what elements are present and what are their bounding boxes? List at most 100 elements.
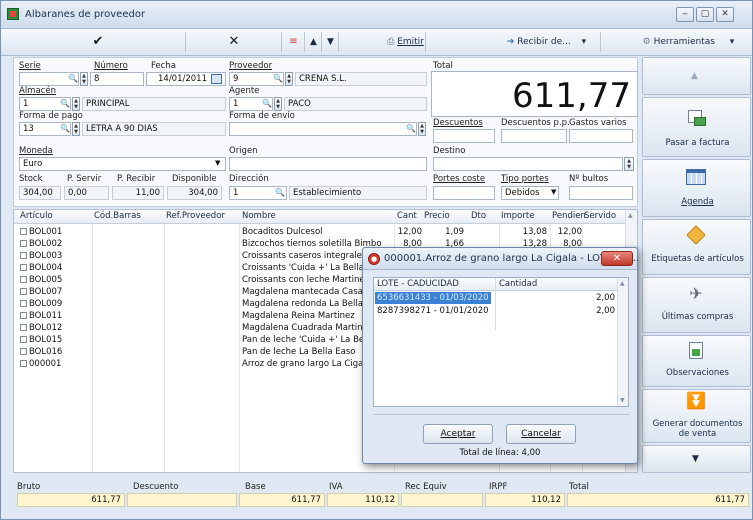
proveedor-stepper[interactable]: ▲ ▼ [285,72,293,86]
generar-documentos-button[interactable]: ⏬ Generar documentos de venta [642,389,751,443]
col-cant[interactable]: Cant [397,211,417,221]
scroll-up-button[interactable]: ▲ [642,57,751,95]
row-checkbox-icon[interactable] [20,336,27,343]
forma-pago-stepper[interactable]: ▲ ▼ [72,122,80,136]
cell-articulo: BOL004 [20,262,90,274]
forma-envio-field[interactable] [229,122,417,136]
lookup-icon[interactable]: 🔍 [272,73,284,85]
portes-coste-label: Portes coste [433,174,486,184]
row-checkbox-icon[interactable] [20,228,27,235]
footer-total-label: Total [569,482,589,492]
row-checkbox-icon[interactable] [20,276,27,283]
chevron-down-icon[interactable]: ▼ [215,159,220,167]
etiquetas-button[interactable]: Etiquetas de artículos [642,219,751,275]
cell-text: BOL012 [29,323,63,333]
totals-footer: Bruto 611,77 Descuento Base 611,77 IVA 1… [13,479,751,515]
descuentos-field[interactable] [433,129,495,143]
scroll-down-button[interactable]: ▼ [642,445,751,473]
direccion-name: Establecimiento [289,186,427,200]
moneda-select[interactable]: Euro [19,157,226,171]
list-menu-button[interactable]: ≡ [283,32,305,52]
forma-envio-stepper[interactable]: ▲ ▼ [418,122,426,136]
scroll-up-icon[interactable]: ▲ [628,212,633,219]
col-lote[interactable]: LOTE - CADUCIDAD [377,279,459,289]
accept-dialog-button[interactable]: Aceptar [423,424,493,444]
lot-row[interactable]: 6536631433 - 01/03/2020 2,00 [374,292,617,304]
dialog-divider [373,414,629,415]
total-label: Total [433,61,453,71]
move-down-button[interactable]: ▼ [323,32,339,52]
cancel-dialog-button[interactable]: Cancelar [506,424,576,444]
row-checkbox-icon[interactable] [20,348,27,355]
col-articulo[interactable]: Artículo [20,211,53,221]
scroll-up-icon[interactable]: ▲ [620,280,625,287]
serie-stepper[interactable]: ▲ ▼ [80,72,88,86]
col-dto[interactable]: Dto [471,211,486,221]
row-checkbox-icon[interactable] [20,288,27,295]
col-pendiente[interactable]: Pendien [552,211,586,221]
lookup-icon[interactable]: 🔍 [67,73,79,85]
lot-list[interactable]: LOTE - CADUCIDAD Cantidad 6536631433 - 0… [373,277,629,407]
descuentos-pp-field[interactable] [501,129,567,143]
generar-label-1: Generar documentos [652,419,743,429]
cell-cant: 12,00 [397,227,422,237]
portes-coste-field[interactable] [433,186,495,200]
lot-row[interactable]: 8287398271 - 01/01/2020 2,00 [374,305,617,317]
chevron-down-icon[interactable]: ▼ [551,188,556,196]
lookup-icon[interactable]: 🔍 [261,98,273,110]
cancel-button[interactable]: ✕ [187,32,282,52]
col-precio[interactable]: Precio [424,211,450,221]
cell-text: BOL001 [29,227,63,237]
origen-field[interactable] [229,157,427,171]
lot-list-scrollbar[interactable]: ▲ ▼ [617,278,628,406]
lookup-icon[interactable]: 🔍 [59,123,71,135]
table-row[interactable]: BOL001 Bocaditos Dulcesol 12,00 1,09 13,08 12… [14,226,637,238]
dropdown-icon: ▾ [729,37,735,47]
row-checkbox-icon[interactable] [20,240,27,247]
agenda-button[interactable]: Agenda [642,159,751,217]
lookup-icon[interactable]: 🔍 [59,98,71,110]
almacen-stepper[interactable]: ▲ ▼ [72,97,80,111]
receive-from-button[interactable]: ➔ Recibir de... ▾ [493,32,601,52]
col-barras[interactable]: Cód.Barras [94,211,141,221]
col-importe[interactable]: Importe [501,211,534,221]
gastos-varios-field[interactable] [569,129,633,143]
minimize-button[interactable]: ‒ [676,7,694,22]
bultos-field[interactable] [569,186,633,200]
dialog-close-button[interactable]: ✕ [601,251,633,266]
row-checkbox-icon[interactable] [20,252,27,259]
numero-field[interactable]: 8 [90,72,144,86]
observaciones-button[interactable]: Observaciones [642,335,751,387]
row-checkbox-icon[interactable] [20,312,27,319]
proveedor-name: CRENA S.L. [295,72,427,86]
accept-dialog-label: Aceptar [440,429,476,439]
row-checkbox-icon[interactable] [20,360,27,367]
grid-header: Artículo Cód.Barras Ref.Proveedor Nombre… [14,210,637,224]
lookup-icon[interactable]: 🔍 [405,123,417,135]
maximize-button[interactable]: ▢ [696,7,714,22]
tools-label: Herramientas [653,37,715,47]
scroll-down-icon[interactable]: ▼ [620,397,625,404]
tools-button[interactable]: ⚙ Herramientas ▾ [631,32,746,52]
col-cantidad[interactable]: Cantidad [499,279,537,289]
destino-stepper[interactable]: ▲ ▼ [624,157,634,171]
calendar-icon[interactable] [211,74,222,84]
row-checkbox-icon[interactable] [20,300,27,307]
move-up-button[interactable]: ▲ [306,32,322,52]
col-refprov[interactable]: Ref.Proveedor [166,211,225,221]
agente-stepper[interactable]: ▲ ▼ [274,97,282,111]
lookup-icon[interactable]: 🔍 [274,187,286,199]
ultimas-compras-button[interactable]: ✈ Últimas compras [642,277,751,333]
close-button[interactable]: ✕ [716,7,734,22]
cell-articulo: BOL005 [20,274,90,286]
pasar-factura-button[interactable]: Pasar a factura [642,97,751,157]
cell-text: BOL009 [29,299,63,309]
accept-button[interactable]: ✔ [11,32,186,52]
row-checkbox-icon[interactable] [20,264,27,271]
destino-field[interactable] [433,157,623,171]
row-checkbox-icon[interactable] [20,324,27,331]
arrow-down-icon: ▼ [327,37,334,47]
col-servido[interactable]: Servido [584,211,616,221]
col-nombre[interactable]: Nombre [242,211,276,221]
emit-button[interactable]: ⎙ Emitir [386,32,426,52]
